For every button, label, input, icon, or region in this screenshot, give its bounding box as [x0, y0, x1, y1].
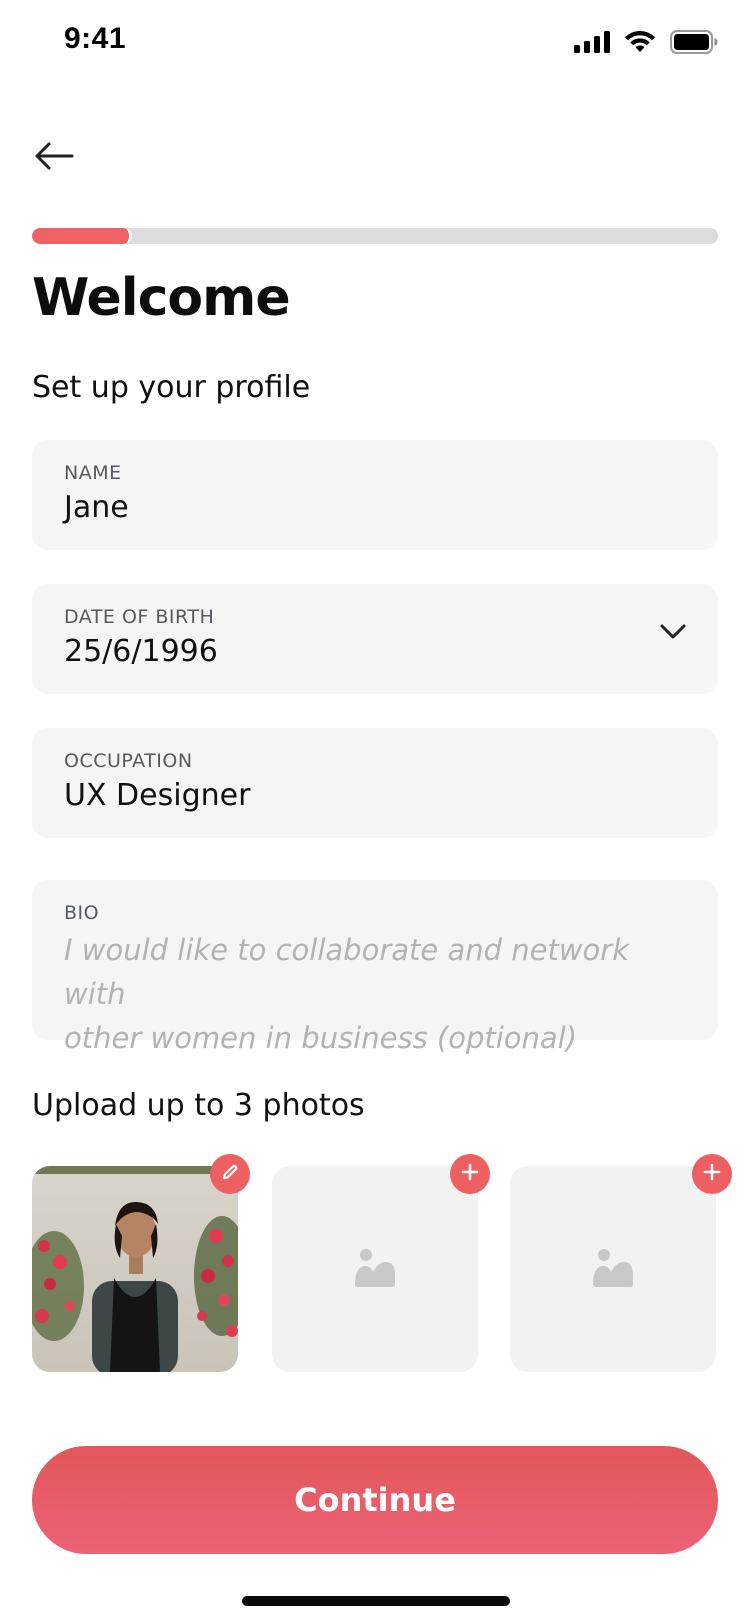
wifi-icon: [624, 30, 656, 58]
progress-bar: [32, 228, 718, 244]
occupation-value[interactable]: UX Designer: [64, 778, 686, 813]
progress-fill: [32, 228, 133, 244]
image-icon: [592, 1246, 634, 1292]
page-subtitle: Set up your profile: [32, 370, 311, 405]
back-button[interactable]: [30, 134, 78, 182]
bio-label: BIO: [64, 902, 100, 924]
profile-photo: [32, 1166, 238, 1372]
edit-photo-button[interactable]: [210, 1154, 250, 1194]
dob-field[interactable]: DATE OF BIRTH 25/6/1996: [32, 584, 718, 694]
signal-icon: [574, 31, 610, 57]
occupation-field[interactable]: OCCUPATION UX Designer: [32, 728, 718, 838]
upload-photos-label: Upload up to 3 photos: [32, 1088, 365, 1123]
battery-icon: [670, 30, 718, 58]
status-icons: [574, 30, 718, 58]
pencil-icon: [220, 1162, 240, 1186]
dob-label: DATE OF BIRTH: [64, 606, 215, 628]
bio-placeholder-line2[interactable]: other women in business (optional): [64, 1016, 686, 1060]
dob-value[interactable]: 25/6/1996: [64, 634, 686, 669]
name-field[interactable]: NAME Jane: [32, 440, 718, 550]
add-photo-button-2[interactable]: [450, 1154, 490, 1194]
home-indicator: [242, 1596, 510, 1606]
occupation-label: OCCUPATION: [64, 750, 193, 772]
arrow-left-icon: [34, 141, 74, 175]
photo-slot-2[interactable]: [272, 1154, 490, 1372]
plus-icon: [460, 1162, 480, 1186]
photo-slot-1[interactable]: [32, 1154, 250, 1372]
page-title: Welcome: [32, 268, 291, 328]
add-photo-button-3[interactable]: [692, 1154, 732, 1194]
chevron-down-icon[interactable]: [660, 624, 686, 644]
photo-slot-3[interactable]: [510, 1154, 732, 1372]
image-icon: [354, 1246, 396, 1292]
name-value[interactable]: Jane: [64, 490, 686, 525]
bio-placeholder-line1[interactable]: I would like to collaborate and network …: [64, 928, 686, 1016]
bio-field[interactable]: BIO I would like to collaborate and netw…: [32, 880, 718, 1055]
plus-icon: [702, 1162, 722, 1186]
status-time: 9:41: [64, 22, 127, 55]
name-label: NAME: [64, 462, 122, 484]
continue-button[interactable]: Continue: [32, 1446, 718, 1554]
